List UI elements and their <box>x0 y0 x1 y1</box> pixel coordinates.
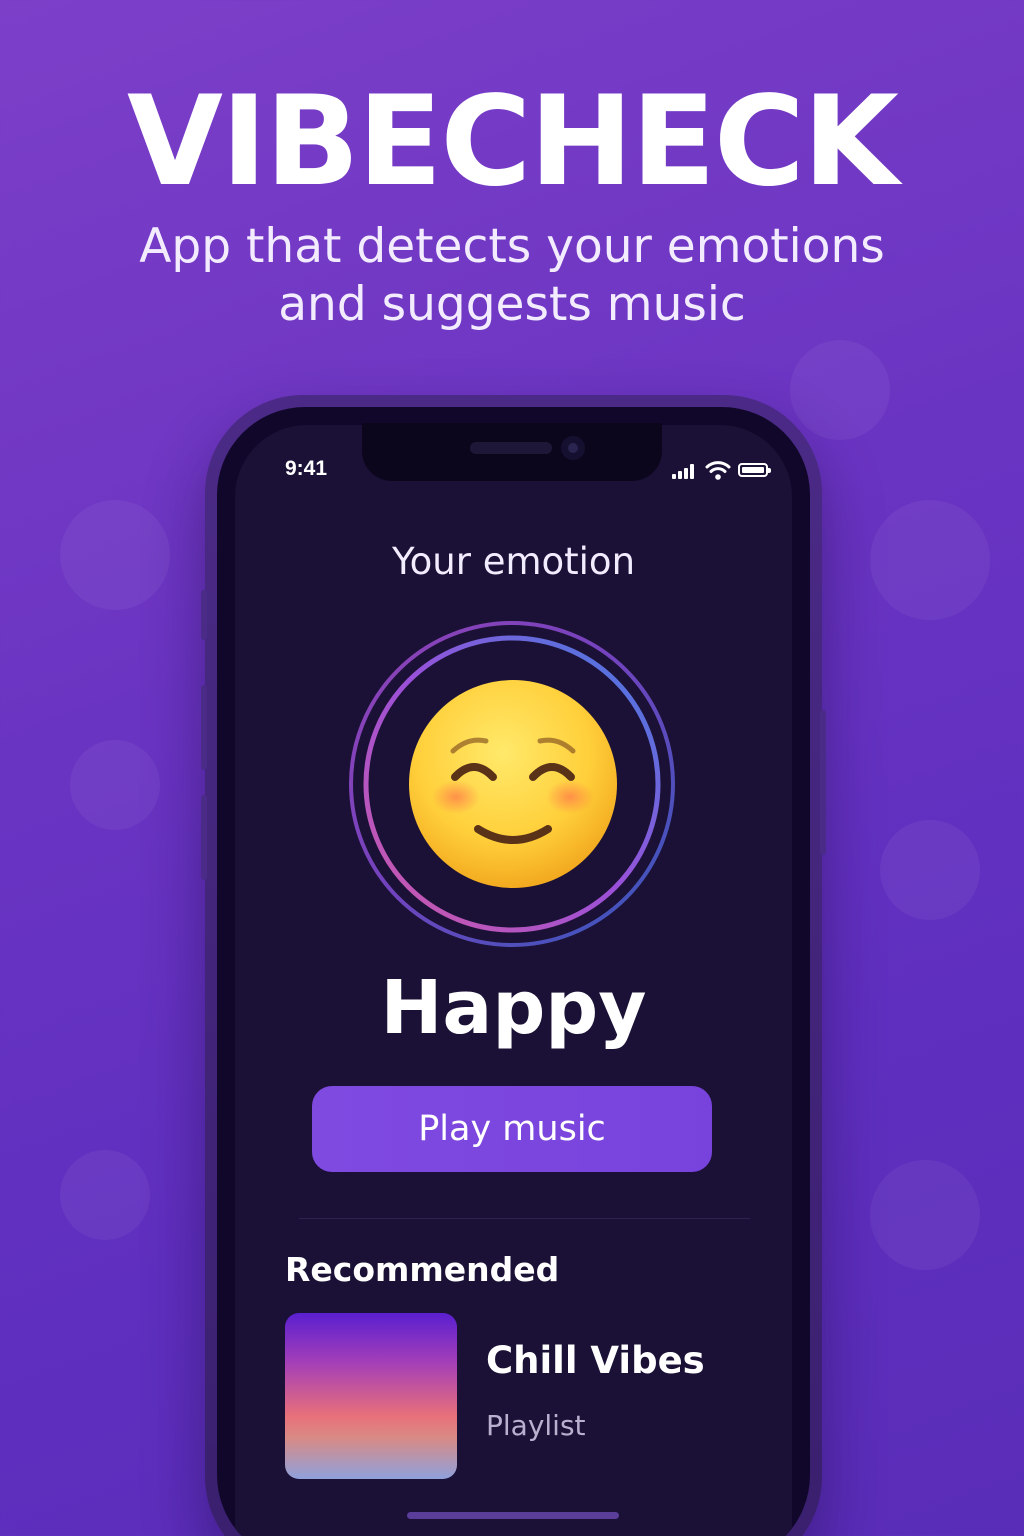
tagline-line-1: App that detects your emotions <box>139 219 885 274</box>
battery-icon <box>738 463 771 477</box>
background-bokeh <box>60 500 170 610</box>
background-bokeh <box>790 340 890 440</box>
app-title: VIBECHECK <box>127 70 899 214</box>
app-screen: 9:41 Your emotion Happy Play music Recom… <box>235 423 792 1536</box>
background-bokeh <box>70 740 160 830</box>
phone-notch <box>362 423 662 481</box>
background-bokeh <box>870 1160 980 1270</box>
play-music-button[interactable]: Play music <box>312 1086 712 1172</box>
phone-silent-switch <box>201 590 207 640</box>
smiling-face-icon <box>409 680 617 888</box>
phone-power-button <box>820 710 826 855</box>
status-time: 9:41 <box>285 457 328 480</box>
playlist-type: Playlist <box>486 1409 586 1442</box>
app-tagline: App that detects your emotions and sugge… <box>112 218 912 334</box>
phone-volume-up <box>201 685 207 770</box>
phone-screen: 9:41 Your emotion Happy Play music Recom… <box>217 407 810 1536</box>
signal-icon <box>672 463 700 479</box>
home-indicator[interactable] <box>407 1512 619 1519</box>
background-bokeh <box>60 1150 150 1240</box>
playlist-item[interactable]: Chill Vibes Playlist <box>285 1313 745 1483</box>
camera-icon <box>561 436 585 460</box>
playlist-cover <box>285 1313 457 1479</box>
emotion-label: Your emotion <box>391 540 636 583</box>
phone-mockup: 9:41 Your emotion Happy Play music Recom… <box>201 395 826 1536</box>
speaker-grille <box>470 442 552 454</box>
tagline-line-2: and suggests music <box>278 277 746 332</box>
emotion-value: Happy <box>380 965 647 1051</box>
divider <box>299 1218 750 1219</box>
wifi-icon <box>705 461 731 480</box>
background-bokeh <box>880 820 980 920</box>
playlist-title: Chill Vibes <box>486 1339 705 1382</box>
emotion-ring <box>347 619 677 949</box>
background-bokeh <box>870 500 990 620</box>
phone-volume-down <box>201 795 207 880</box>
recommended-heading: Recommended <box>285 1250 560 1289</box>
